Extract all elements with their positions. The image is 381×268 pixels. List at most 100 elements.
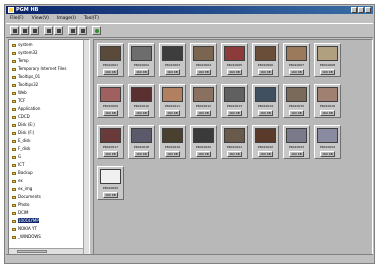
tree-item[interactable]: Disk (F:): [12, 130, 34, 136]
tree-scroll-thumb[interactable]: [17, 250, 47, 253]
thumbnail-filename: P6010010: [133, 104, 150, 108]
tree-item[interactable]: Documents: [12, 194, 41, 200]
thumbnail-image: [131, 128, 152, 143]
tree-item[interactable]: Photo: [12, 202, 29, 208]
tree-item-label: Temporary Internet Files: [18, 66, 67, 71]
thumbnail-tile[interactable]: P6010005 160 KB: [221, 43, 248, 77]
tree-item[interactable]: G: [12, 154, 21, 160]
tree-item[interactable]: Temporary Internet Files: [12, 66, 66, 72]
tree-item-label: 100OLYMP: [18, 218, 39, 223]
tree-item[interactable]: _WINDOWS: [12, 234, 41, 240]
thumbnail-tile[interactable]: P6010022 160 KB: [252, 125, 279, 159]
thumbnail-tile[interactable]: P6010018 160 KB: [128, 125, 155, 159]
thumbnail-tile[interactable]: P6010020 160 KB: [190, 125, 217, 159]
thumbnail-tile[interactable]: P6010021 160 KB: [221, 125, 248, 159]
menu-file[interactable]: File(F): [6, 15, 28, 22]
thumbnail-tile[interactable]: P6010007 160 KB: [283, 43, 310, 77]
thumbnail-filename: P6010009: [102, 104, 119, 108]
thumbnail-image: [100, 46, 121, 61]
thumbnail-tile[interactable]: P6010004 160 KB: [190, 43, 217, 77]
tree-item[interactable]: Tooltips_01: [12, 74, 40, 80]
thumbnail-tile[interactable]: P6010006 160 KB: [252, 43, 279, 77]
title-bar[interactable]: PGM HB: [6, 6, 373, 14]
tree-item[interactable]: TCF: [12, 98, 25, 104]
toolbar-button-3[interactable]: [30, 26, 39, 35]
folder-icon: [12, 155, 16, 159]
thumbnail-tile[interactable]: P6010009 160 KB: [97, 84, 124, 118]
tree-item[interactable]: ex_img: [12, 186, 32, 192]
tree-item[interactable]: NOKIA YT: [12, 226, 37, 232]
tree-item[interactable]: ex: [12, 178, 23, 184]
thumbnail-tile[interactable]: P6010016 160 KB: [314, 84, 341, 118]
menu-view[interactable]: View(V): [28, 15, 53, 22]
close-button[interactable]: [365, 7, 371, 13]
toolbar-button-5[interactable]: [54, 26, 63, 35]
thumbnail-tile[interactable]: P6010008 160 KB: [314, 43, 341, 77]
thumbnail-image: [193, 87, 214, 102]
thumbnail-tile[interactable]: P6010024 160 KB: [314, 125, 341, 159]
thumbnail-filename: P6010020: [195, 145, 212, 149]
thumbnail-image: [100, 169, 121, 184]
tree-item-label: ICT: [18, 162, 25, 167]
toolbar-button-2[interactable]: [20, 26, 29, 35]
refresh-icon: [95, 29, 99, 33]
tree-item[interactable]: Application: [12, 106, 40, 112]
thumbnail-tile[interactable]: P6010003 160 KB: [159, 43, 186, 77]
tree-item-label: Temp: [18, 58, 29, 63]
thumbnail-tile[interactable]: P6010001 160 KB: [97, 43, 124, 77]
toolbar-button-1[interactable]: [10, 26, 19, 35]
tree-item[interactable]: Temp: [12, 58, 29, 64]
minimize-button[interactable]: [351, 7, 357, 13]
thumbnail-size: 160 KB: [165, 69, 180, 75]
tree-item[interactable]: E_disk: [12, 138, 31, 144]
thumbnail-image: [317, 46, 338, 61]
thumbnail-tile[interactable]: P6010012 160 KB: [190, 84, 217, 118]
thumbnail-filename: P6010008: [319, 63, 336, 67]
thumbnail-size: 160 KB: [258, 110, 273, 116]
folder-icon: [12, 203, 16, 207]
tree-item[interactable]: F_disk: [12, 146, 30, 152]
toolbar-button-4[interactable]: [44, 26, 53, 35]
thumbnail-size: 160 KB: [134, 151, 149, 157]
thumbnail-tile[interactable]: P6010025 160 KB: [97, 166, 124, 200]
tree-item[interactable]: CDCD: [12, 114, 30, 120]
thumbnail-tile[interactable]: P6010011 160 KB: [159, 84, 186, 118]
thumbnail-tile[interactable]: P6010017 160 KB: [97, 125, 124, 159]
tree-item[interactable]: system32: [12, 50, 38, 56]
thumbnail-image: [162, 87, 183, 102]
tree-vertical-scrollbar[interactable]: [83, 40, 89, 254]
tree-item[interactable]: system: [12, 42, 32, 48]
thumbnail-gallery: P6010001 160 KB P6010002 160 KB P6010003 160 …: [93, 39, 373, 255]
folder-icon: [12, 235, 16, 239]
toolbar-button-7[interactable]: [78, 26, 87, 35]
tree-item[interactable]: DCIM: [12, 210, 29, 216]
thumbnail-tile[interactable]: P6010023 160 KB: [283, 125, 310, 159]
folder-icon: [12, 219, 16, 223]
tool-1-icon: [13, 29, 17, 33]
tree-item-label: Web: [18, 90, 27, 95]
tree-item[interactable]: Backup: [12, 170, 33, 176]
tree-item[interactable]: Disk (E:): [12, 122, 35, 128]
tree-item[interactable]: Web: [12, 90, 27, 96]
refresh-button[interactable]: [92, 26, 101, 35]
toolbar-button-6[interactable]: [68, 26, 77, 35]
thumbnail-tile[interactable]: P6010014 160 KB: [252, 84, 279, 118]
thumbnail-size: 160 KB: [227, 69, 242, 75]
toolbar: [6, 23, 373, 38]
folder-icon: [12, 115, 16, 119]
thumbnail-size: 160 KB: [227, 110, 242, 116]
thumbnail-tile[interactable]: P6010013 160 KB: [221, 84, 248, 118]
menu-image[interactable]: Image(I): [53, 15, 80, 22]
tree-item[interactable]: Tooltips32: [12, 82, 38, 88]
tree-item[interactable]: ICT: [12, 162, 24, 168]
menu-tool[interactable]: Tool(T): [80, 15, 103, 22]
folder-icon: [12, 139, 16, 143]
thumbnail-size: 160 KB: [165, 110, 180, 116]
thumbnail-tile[interactable]: P6010002 160 KB: [128, 43, 155, 77]
thumbnail-filename: P6010007: [288, 63, 305, 67]
thumbnail-tile[interactable]: P6010010 160 KB: [128, 84, 155, 118]
tree-item[interactable]: 100OLYMP: [12, 218, 39, 224]
thumbnail-tile[interactable]: P6010015 160 KB: [283, 84, 310, 118]
maximize-button[interactable]: [358, 7, 364, 13]
thumbnail-tile[interactable]: P6010019 160 KB: [159, 125, 186, 159]
